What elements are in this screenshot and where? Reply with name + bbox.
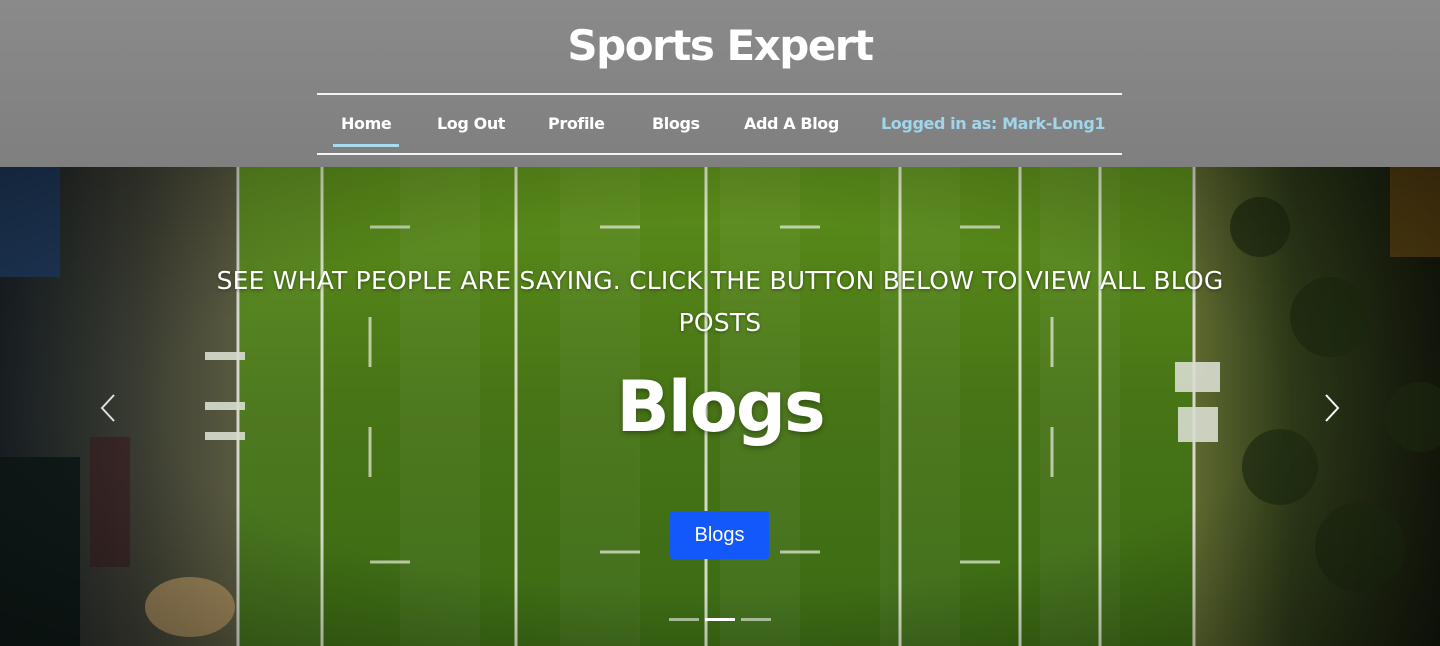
carousel-caption-text: SEE WHAT PEOPLE ARE SAYING. CLICK THE BU… xyxy=(216,266,1224,337)
site-header: Sports Expert Home Log Out Profile Blogs… xyxy=(0,0,1440,167)
nav-link-log-out[interactable]: Log Out xyxy=(437,95,505,153)
view-blogs-button[interactable]: Blogs xyxy=(670,511,769,559)
chevron-left-icon xyxy=(100,394,115,422)
carousel-next-button[interactable] xyxy=(1316,391,1346,425)
carousel-heading: Blogs xyxy=(616,366,825,448)
nav-link-add-a-blog[interactable]: Add A Blog xyxy=(744,95,839,153)
carousel-indicators xyxy=(669,618,771,622)
main-nav: Home Log Out Profile Blogs Add A Blog Lo… xyxy=(317,93,1122,155)
nav-link-blogs[interactable]: Blogs xyxy=(652,95,700,153)
carousel-indicator-3[interactable] xyxy=(741,618,771,621)
carousel-indicator-1[interactable] xyxy=(669,618,699,621)
chevron-right-icon xyxy=(1325,394,1340,422)
carousel-prev-button[interactable] xyxy=(94,391,124,425)
nav-link-home[interactable]: Home xyxy=(332,95,400,153)
logged-in-user-label: Logged in as: Mark-Long1 xyxy=(881,114,1106,133)
site-title[interactable]: Sports Expert xyxy=(0,18,1440,74)
carousel-indicator-2-active[interactable] xyxy=(705,618,735,621)
nav-link-profile[interactable]: Profile xyxy=(548,95,605,153)
hero-carousel: SEE WHAT PEOPLE ARE SAYING. CLICK THE BU… xyxy=(0,167,1440,646)
